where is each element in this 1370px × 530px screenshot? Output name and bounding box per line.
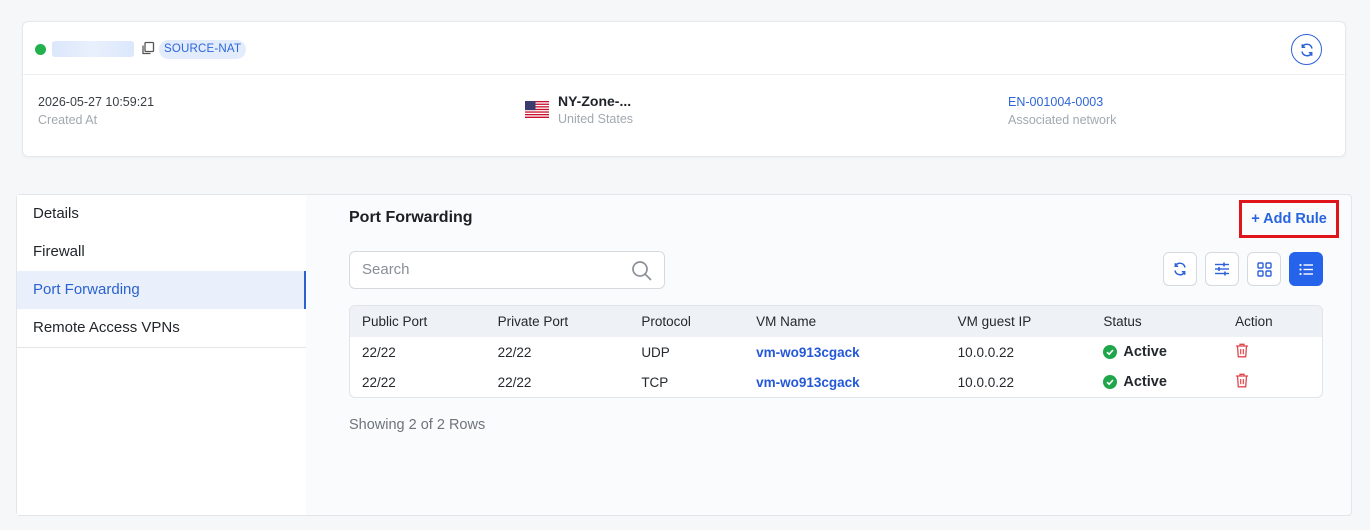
public-port-cell: 22/22 <box>362 344 396 360</box>
zone-country: United States <box>558 112 634 126</box>
status-cell: Active <box>1091 367 1223 397</box>
sidebar-item-firewall[interactable]: Firewall <box>17 233 306 271</box>
table-header-row: Public Port Private Port Protocol VM Nam… <box>350 306 1322 337</box>
trash-icon[interactable] <box>1235 343 1249 358</box>
network-summary-card: SOURCE-NAT 2026-05-27 10:59:21 Created A… <box>22 21 1346 157</box>
network-block: EN-001004-0003 Associated network <box>1008 94 1116 128</box>
associated-network-label: Associated network <box>1008 113 1117 127</box>
action-cell <box>1223 337 1322 367</box>
detail-panel: Details Firewall Port Forwarding Remote … <box>16 194 1352 516</box>
vm-name-link[interactable]: vm-wo913cgack <box>744 337 946 367</box>
grid-view-button[interactable] <box>1247 252 1281 286</box>
zone-block: NY-Zone-... United States <box>558 93 633 127</box>
protocol-cell: UDP <box>641 344 670 360</box>
associated-network-link[interactable]: EN-001004-0003 <box>1008 94 1116 110</box>
row-count-text: Showing 2 of 2 Rows <box>349 417 486 433</box>
column-header[interactable]: Private Port <box>486 306 630 337</box>
list-icon <box>1298 263 1313 275</box>
resource-name-redacted <box>52 41 134 57</box>
created-at-value: 2026-05-27 10:59:21 <box>38 95 155 109</box>
port-forwarding-section: Port Forwarding + Add Rule Search Public… <box>349 195 1339 515</box>
sidebar-item-remote-access-vpns[interactable]: Remote Access VPNs <box>17 309 306 347</box>
vm-name-link[interactable]: vm-wo913cgack <box>744 367 946 397</box>
zone-name: NY-Zone-... <box>558 93 632 109</box>
column-header[interactable]: VM guest IP <box>946 306 1092 337</box>
vm-ip-cell: 10.0.0.22 <box>957 374 1014 390</box>
type-badge: SOURCE-NAT <box>159 40 247 59</box>
created-at-label: Created At <box>38 113 98 127</box>
vm-ip-cell: 10.0.0.22 <box>957 344 1014 360</box>
refresh-icon <box>1174 262 1186 276</box>
copy-icon[interactable] <box>141 41 155 55</box>
grid-icon <box>1256 261 1272 277</box>
status-cell: Active <box>1091 337 1223 367</box>
check-circle-icon <box>1103 345 1118 359</box>
public-port-cell: 22/22 <box>362 374 396 390</box>
status-indicator <box>35 44 46 55</box>
sidebar: Details Firewall Port Forwarding Remote … <box>17 195 306 515</box>
sidebar-item-port-forwarding[interactable]: Port Forwarding <box>17 271 306 309</box>
search-icon[interactable] <box>631 260 652 281</box>
filter-button[interactable] <box>1205 252 1239 286</box>
us-flag-icon <box>525 101 549 118</box>
column-header: Action <box>1235 314 1273 329</box>
section-title: Port Forwarding <box>349 209 473 226</box>
port-forwarding-table: Public Port Private Port Protocol VM Nam… <box>349 305 1323 398</box>
sidebar-item-details[interactable]: Details <box>17 195 306 233</box>
column-header[interactable]: Status <box>1091 306 1223 337</box>
column-header[interactable]: Public Port <box>350 306 486 337</box>
private-port-cell: 22/22 <box>497 374 532 390</box>
protocol-cell: TCP <box>641 374 669 390</box>
search-box <box>349 251 665 289</box>
private-port-cell: 22/22 <box>497 344 532 360</box>
add-rule-button[interactable]: + Add Rule <box>1239 200 1339 238</box>
refresh-icon <box>1300 43 1313 56</box>
status-text: Active <box>1123 374 1167 390</box>
column-header[interactable]: Protocol <box>629 306 744 337</box>
refresh-table-button[interactable] <box>1163 252 1197 286</box>
sliders-icon <box>1215 262 1229 276</box>
column-header[interactable]: VM Name <box>744 306 946 337</box>
refresh-button[interactable] <box>1291 34 1322 65</box>
table-row: 22/22 22/22 TCP vm-wo913cgack 10.0.0.22 … <box>350 367 1322 397</box>
trash-icon[interactable] <box>1235 373 1249 388</box>
action-cell <box>1223 367 1322 397</box>
list-view-button[interactable] <box>1289 252 1323 286</box>
sidebar-list: Details Firewall Port Forwarding Remote … <box>17 195 306 348</box>
status-text: Active <box>1123 344 1167 360</box>
summary-header: SOURCE-NAT <box>23 22 1345 75</box>
created-at-block: 2026-05-27 10:59:21 Created At <box>38 94 154 128</box>
search-input[interactable] <box>362 261 622 278</box>
table-row: 22/22 22/22 UDP vm-wo913cgack 10.0.0.22 … <box>350 337 1322 367</box>
check-circle-icon <box>1103 375 1118 389</box>
